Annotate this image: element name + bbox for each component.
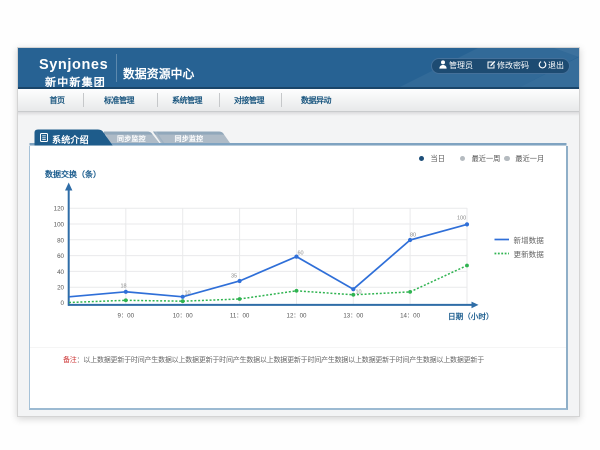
svg-text:14：00: 14：00 <box>400 313 421 320</box>
svg-text:100: 100 <box>54 222 65 229</box>
svg-text:80: 80 <box>410 233 416 239</box>
svg-text:60: 60 <box>57 253 64 260</box>
svg-text:20: 20 <box>57 285 64 292</box>
svg-text:120: 120 <box>54 206 65 213</box>
svg-text:80: 80 <box>57 237 64 244</box>
svg-text:18: 18 <box>121 284 127 290</box>
svg-text:100: 100 <box>457 216 466 222</box>
svg-text:40: 40 <box>57 269 64 276</box>
svg-text:60: 60 <box>298 251 304 257</box>
svg-text:10: 10 <box>356 290 362 296</box>
svg-text:10: 10 <box>185 291 191 297</box>
svg-text:13：00: 13：00 <box>343 313 364 320</box>
svg-text:12：00: 12：00 <box>287 313 308 320</box>
svg-text:11：00: 11：00 <box>230 313 250 320</box>
svg-text:9：00: 9：00 <box>118 313 135 320</box>
svg-text:35: 35 <box>231 274 237 280</box>
svg-text:0: 0 <box>61 300 65 307</box>
svg-text:10：00: 10：00 <box>173 313 194 320</box>
